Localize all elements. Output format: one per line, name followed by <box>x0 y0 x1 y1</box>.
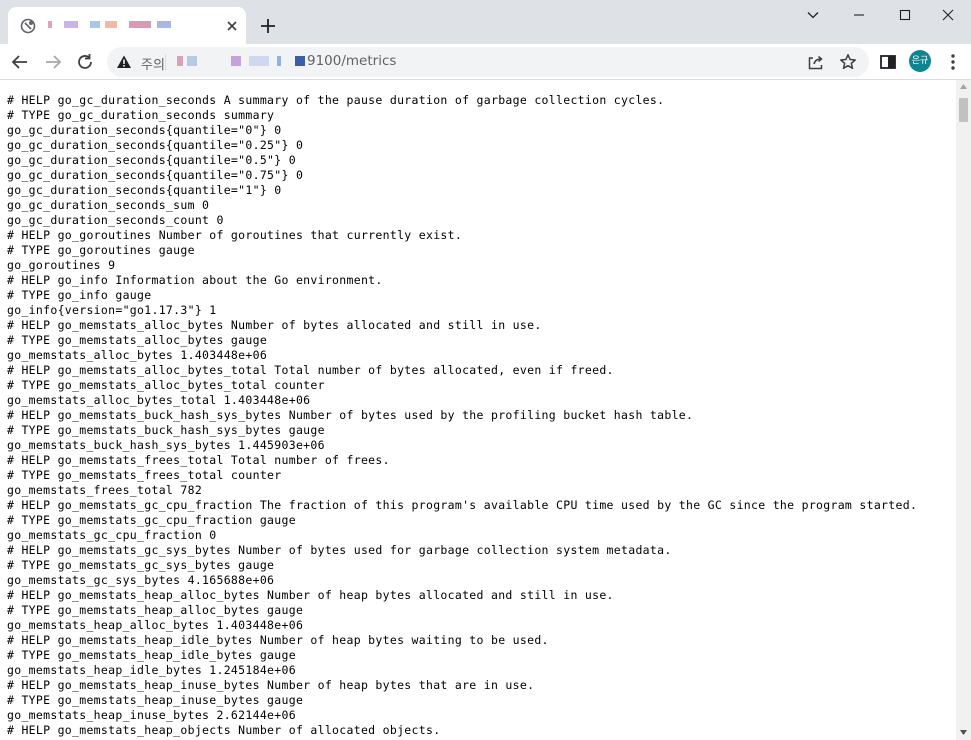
plus-icon[interactable] <box>258 16 278 36</box>
metric-line: go_memstats_heap_idle_bytes 1.245184e+06 <box>7 663 296 677</box>
metric-line: go_gc_duration_seconds_sum 0 <box>7 198 210 212</box>
metric-line: # HELP go_memstats_heap_inuse_bytes Numb… <box>7 678 535 692</box>
arrow-left-icon[interactable] <box>9 51 31 73</box>
metric-line: # HELP go_memstats_gc_sys_bytes Number o… <box>7 543 672 557</box>
metric-line: go_memstats_frees_total 782 <box>7 483 203 497</box>
metric-line: # TYPE go_memstats_heap_alloc_bytes gaug… <box>7 603 304 617</box>
metric-line: go_gc_duration_seconds_count 0 <box>7 213 224 227</box>
metric-line: # HELP go_memstats_gc_cpu_fraction The f… <box>7 498 918 512</box>
minimize-button[interactable] <box>836 0 882 30</box>
metric-line: # HELP go_memstats_buck_hash_sys_bytes N… <box>7 408 694 422</box>
minimize-icon <box>854 14 864 16</box>
redacted-host-part <box>187 56 197 66</box>
tab-strip <box>0 0 971 44</box>
page-content: # HELP go_gc_duration_seconds A summary … <box>0 80 956 740</box>
metric-line: # HELP go_goroutines Number of goroutine… <box>7 228 463 242</box>
metric-line: # TYPE go_info gauge <box>7 288 152 302</box>
chevron-down-icon <box>807 12 819 19</box>
tab-search-button[interactable] <box>790 0 836 30</box>
metric-line: go_memstats_gc_sys_bytes 4.165688e+06 <box>7 573 275 587</box>
metric-line: go_gc_duration_seconds{quantile="0.5"} 0 <box>7 153 296 167</box>
metric-line: # HELP go_info Information about the Go … <box>7 273 383 287</box>
metric-line: # HELP go_gc_duration_seconds A summary … <box>7 93 665 107</box>
browser-tab[interactable] <box>8 7 246 44</box>
redacted-host <box>177 56 183 66</box>
sidepanel-icon[interactable] <box>877 51 899 73</box>
metric-line: # HELP go_memstats_heap_objects Number o… <box>7 723 441 737</box>
redacted-host-part <box>295 56 305 66</box>
maximize-button[interactable] <box>882 0 928 30</box>
metric-line: go_memstats_alloc_bytes_total 1.403448e+… <box>7 393 311 407</box>
metric-line: # HELP go_memstats_alloc_bytes Number of… <box>7 318 542 332</box>
metric-line: # TYPE go_memstats_heap_inuse_bytes gaug… <box>7 693 304 707</box>
metric-line: go_gc_duration_seconds{quantile="1"} 0 <box>7 183 282 197</box>
avatar[interactable]: 은규 <box>909 50 931 72</box>
metric-line: go_memstats_alloc_bytes 1.403448e+06 <box>7 348 268 362</box>
redacted-host-part <box>249 56 269 66</box>
metric-line: # HELP go_memstats_frees_total Total num… <box>7 453 390 467</box>
metric-line: go_gc_duration_seconds{quantile="0.75"} … <box>7 168 304 182</box>
browser-toolbar: 주의 9100/metrics 은규 <box>0 44 971 80</box>
redacted-host-part <box>277 56 281 66</box>
redacted-host-part <box>231 56 241 66</box>
metric-line: go_gc_duration_seconds{quantile="0"} 0 <box>7 123 282 137</box>
metric-line: # TYPE go_memstats_frees_total counter <box>7 468 282 482</box>
scroll-thumb[interactable] <box>959 98 968 122</box>
metric-line: # TYPE go_memstats_gc_sys_bytes gauge <box>7 558 275 572</box>
star-icon[interactable] <box>839 53 857 71</box>
metric-line: # TYPE go_memstats_alloc_bytes_total cou… <box>7 378 325 392</box>
warning-icon[interactable] <box>116 54 132 70</box>
metric-line: go_memstats_heap_inuse_bytes 2.62144e+06 <box>7 708 296 722</box>
metric-line: # HELP go_memstats_alloc_bytes_total Tot… <box>7 363 614 377</box>
metric-line: go_info{version="go1.17.3"} 1 <box>7 303 217 317</box>
metric-line: # HELP go_memstats_heap_idle_bytes Numbe… <box>7 633 549 647</box>
scroll-up-arrow-icon[interactable] <box>960 84 967 89</box>
metric-line: go_memstats_gc_cpu_fraction 0 <box>7 528 217 542</box>
address-bar[interactable]: 주의 9100/metrics <box>107 47 869 77</box>
metric-line: go_gc_duration_seconds{quantile="0.25"} … <box>7 138 304 152</box>
more-vert-icon[interactable] <box>942 51 964 73</box>
metric-line: # HELP go_memstats_heap_alloc_bytes Numb… <box>7 588 614 602</box>
metric-line: go_memstats_buck_hash_sys_bytes 1.445903… <box>7 438 325 452</box>
metric-line: # TYPE go_goroutines gauge <box>7 243 195 257</box>
metric-line: # TYPE go_memstats_heap_idle_bytes gauge <box>7 648 296 662</box>
arrow-right-icon[interactable] <box>42 51 64 73</box>
scroll-down-arrow-icon[interactable] <box>960 730 967 735</box>
tab-title <box>48 17 198 33</box>
url-text[interactable]: 9100/metrics <box>307 53 396 69</box>
metric-line: go_memstats_heap_alloc_bytes 1.403448e+0… <box>7 618 304 632</box>
vertical-scrollbar[interactable] <box>956 80 971 740</box>
metric-line: # TYPE go_memstats_gc_cpu_fraction gauge <box>7 513 296 527</box>
metric-line: go_goroutines 9 <box>7 258 116 272</box>
security-label[interactable]: 주의 <box>141 54 165 73</box>
close-icon <box>942 9 954 21</box>
globe-icon <box>20 18 36 34</box>
reload-icon[interactable] <box>74 51 96 73</box>
metrics-text: # HELP go_gc_duration_seconds A summary … <box>7 93 917 738</box>
share-icon[interactable] <box>807 54 824 71</box>
maximize-icon <box>899 9 911 21</box>
url-separator <box>165 54 166 70</box>
metric-line: # TYPE go_memstats_alloc_bytes gauge <box>7 333 268 347</box>
close-window-button[interactable] <box>925 0 971 30</box>
close-icon[interactable] <box>224 18 240 34</box>
metric-line: # TYPE go_memstats_buck_hash_sys_bytes g… <box>7 423 325 437</box>
metric-line: # TYPE go_gc_duration_seconds summary <box>7 108 275 122</box>
